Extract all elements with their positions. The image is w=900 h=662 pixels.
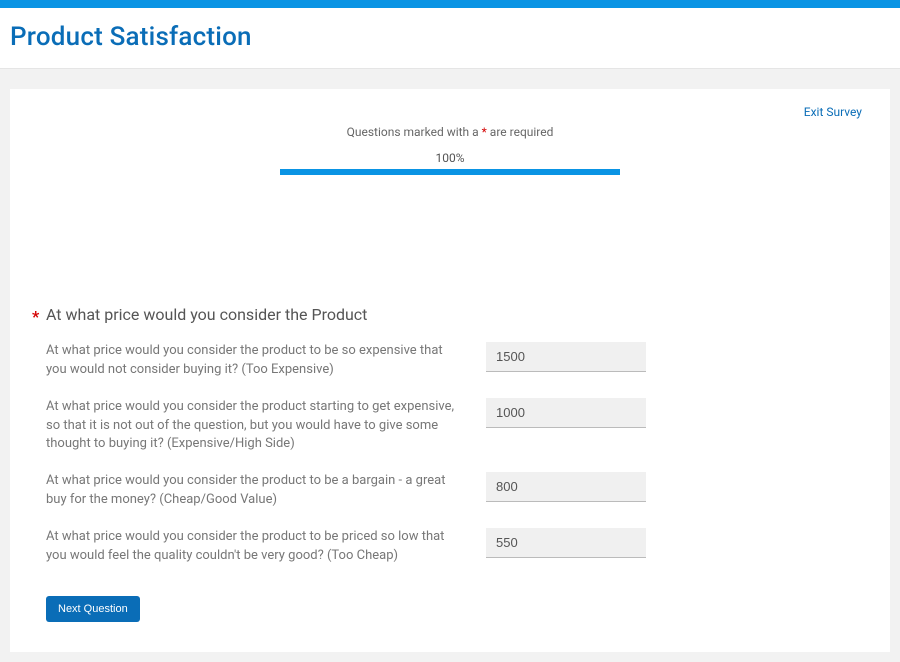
question-title: * At what price would you consider the P… [46, 305, 854, 324]
price-input-expensive[interactable] [486, 398, 646, 428]
question-title-text: At what price would you consider the Pro… [46, 305, 367, 324]
next-question-button[interactable]: Next Question [46, 596, 140, 622]
price-row-too-expensive: At what price would you consider the pro… [46, 342, 854, 380]
required-note-prefix: Questions marked with a [347, 125, 482, 139]
required-note-suffix: are required [487, 125, 554, 139]
price-label: At what price would you consider the pro… [46, 398, 486, 455]
progress-bar [280, 169, 620, 175]
survey-container: Exit Survey Questions marked with a * ar… [0, 69, 900, 662]
required-star-icon: * [32, 307, 39, 326]
price-label: At what price would you consider the pro… [46, 342, 486, 380]
price-label: At what price would you consider the pro… [46, 528, 486, 566]
page-title: Product Satisfaction [10, 22, 890, 52]
required-note: Questions marked with a * are required [40, 125, 860, 139]
price-input-cheap[interactable] [486, 472, 646, 502]
price-row-too-cheap: At what price would you consider the pro… [46, 528, 854, 566]
price-label: At what price would you consider the pro… [46, 472, 486, 510]
price-row-expensive: At what price would you consider the pro… [46, 398, 854, 455]
top-accent-bar [0, 0, 900, 8]
price-row-cheap: At what price would you consider the pro… [46, 472, 854, 510]
survey-card: Exit Survey Questions marked with a * ar… [10, 89, 890, 652]
page-header: Product Satisfaction [0, 8, 900, 69]
exit-survey-link[interactable]: Exit Survey [804, 105, 862, 119]
progress-label: 100% [280, 151, 620, 165]
price-input-too-cheap[interactable] [486, 528, 646, 558]
progress-section: 100% [280, 151, 620, 175]
question-block: * At what price would you consider the P… [40, 305, 860, 622]
price-input-too-expensive[interactable] [486, 342, 646, 372]
